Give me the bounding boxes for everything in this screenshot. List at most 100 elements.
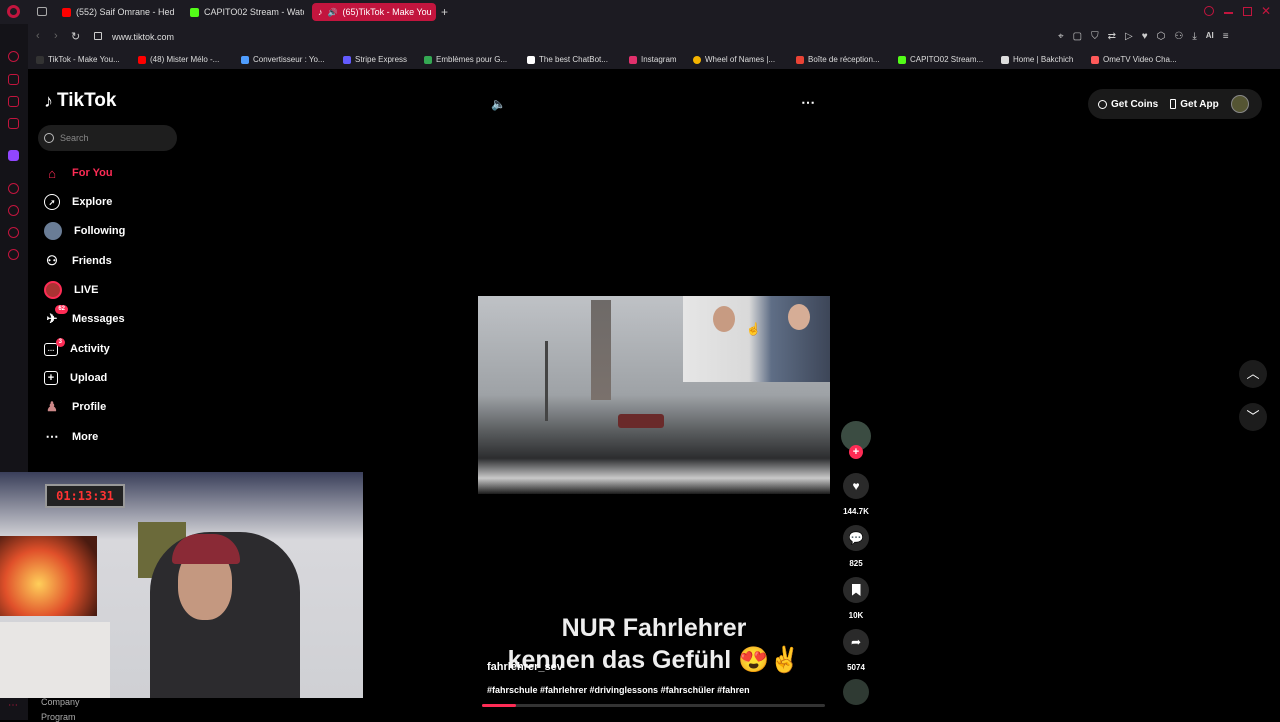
tiktok-logo[interactable]: ♪ TikTok [44, 90, 116, 112]
video-player[interactable]: ☝ [478, 296, 830, 494]
tab-kick[interactable]: CAPITO02 Stream - Watch [184, 3, 304, 21]
nav-for-you[interactable]: ⌂ For You [44, 162, 112, 184]
play-icon[interactable]: ▷ [1125, 31, 1133, 42]
bookmark-convertisseur[interactable]: Convertisseur : Yo... [241, 55, 325, 64]
settings-icon[interactable] [8, 249, 19, 260]
friends-icon: ⚇ [46, 253, 58, 268]
translate-icon[interactable]: ⇄ [1108, 31, 1116, 42]
wall-clock-text: 01:13:31 [56, 489, 114, 503]
close-window-button[interactable]: ✕ [1261, 4, 1271, 18]
car-taillights [618, 414, 664, 428]
footer-company-link[interactable]: Company [41, 697, 80, 707]
save-button[interactable] [843, 577, 869, 603]
phone-icon [1170, 99, 1177, 109]
aria-sidebar-icon[interactable] [8, 51, 19, 62]
nav-upload[interactable]: + Upload [44, 367, 107, 389]
extensions-icon[interactable]: ⬡ [1157, 31, 1166, 42]
kick-icon [190, 7, 199, 17]
workspaces-icon[interactable] [37, 7, 47, 16]
downloads-icon[interactable] [8, 227, 19, 238]
previous-video-button[interactable]: ︿ [1239, 360, 1267, 388]
gmail-sidebar-icon[interactable] [8, 118, 19, 129]
chatbot-icon [527, 55, 535, 64]
twitch-icon[interactable] [8, 150, 19, 161]
youtube-icon [62, 7, 71, 17]
nav-live[interactable]: LIVE [44, 279, 98, 301]
bookmark-mister-melo[interactable]: (48) Mister Mélo -... [138, 55, 219, 64]
bookmark-gmail[interactable]: Boîte de réception... [796, 55, 880, 64]
video-more-options-icon[interactable]: ⋯ [801, 94, 815, 111]
bookmark-ometv[interactable]: OmeTV Video Cha... [1091, 55, 1177, 64]
opera-logo-icon[interactable] [7, 5, 20, 18]
aria-icon[interactable]: AI [1206, 31, 1214, 42]
bed-blanket [0, 622, 110, 698]
user-avatar[interactable] [1230, 95, 1249, 113]
url-field[interactable]: www.tiktok.com [112, 32, 174, 42]
more-icon: ⋯ [45, 429, 59, 444]
like-button[interactable]: ♥ [843, 473, 869, 499]
minimize-button[interactable] [1224, 12, 1233, 14]
share-button[interactable]: ➦ [843, 629, 869, 655]
forward-button[interactable]: › [54, 30, 58, 42]
tab-youtube[interactable]: (552) Saif Omrane - Hedh [56, 3, 174, 21]
player-icon[interactable] [8, 183, 19, 194]
volume-icon[interactable]: 🔈 [491, 97, 506, 111]
reload-button[interactable]: ↻ [71, 30, 80, 43]
new-tab-button[interactable]: + [441, 5, 448, 19]
bookmark-emblemes[interactable]: Emblèmes pour G... [424, 55, 507, 64]
back-button[interactable]: ‹ [36, 30, 40, 42]
video-progress-track[interactable] [482, 704, 825, 707]
search-tabs-icon[interactable] [1204, 6, 1214, 16]
download-icon[interactable]: ⤓ [1192, 31, 1196, 42]
kick-icon [898, 55, 906, 64]
street-lamp [545, 341, 548, 421]
footer-program-link[interactable]: Program [41, 712, 76, 722]
bookmark-chatbot[interactable]: The best ChatBot... [527, 55, 608, 64]
tab-tiktok[interactable]: ♪ 🔊 (65)TikTok - Make You [312, 3, 436, 21]
messages-icon: ✈ 62 [44, 305, 68, 327]
nav-friends[interactable]: ⚇ Friends [44, 250, 112, 272]
nav-more[interactable]: ⋯ More [44, 426, 99, 448]
tiktok-favicon-icon: ♪ [318, 7, 323, 17]
maximize-button[interactable] [1243, 7, 1252, 16]
nav-following[interactable]: Following [44, 220, 125, 242]
nav-messages[interactable]: ✈ 62 Messages [44, 305, 125, 330]
music-disc-icon[interactable] [843, 679, 869, 705]
heart-icon[interactable]: ♥ [1142, 31, 1148, 42]
pin-icon[interactable]: ⌖ [1058, 31, 1064, 42]
follow-button[interactable]: + [849, 445, 863, 459]
webcam-overlay: 01:13:31 [0, 472, 363, 698]
account-icon[interactable]: ⚇ [1174, 31, 1183, 42]
youtube-sidebar-icon[interactable] [8, 96, 19, 107]
video-author[interactable]: fahrlehrer_sev [487, 661, 563, 673]
nav-activity[interactable]: … 3 Activity [44, 337, 110, 360]
history-icon[interactable] [8, 205, 19, 216]
sidebar-more-icon[interactable]: ⋯ [8, 700, 18, 711]
bookmark-stripe[interactable]: Stripe Express [343, 55, 407, 64]
video-hashtags[interactable]: #fahrschule #fahrlehrer #drivinglessons … [487, 685, 750, 695]
menu-icon[interactable]: ≡ [1223, 31, 1229, 42]
bookmark-capito-stream[interactable]: CAPITO02 Stream... [898, 55, 983, 64]
bookmark-instagram[interactable]: Instagram [629, 55, 677, 64]
messenger-icon[interactable] [8, 74, 19, 85]
get-app-button[interactable]: Get App [1170, 99, 1219, 110]
comment-button[interactable]: 💬 [843, 525, 869, 551]
comment-count: 825 [849, 559, 863, 568]
nav-explore[interactable]: ➚ Explore [44, 191, 112, 213]
search-box[interactable]: Search [38, 125, 177, 151]
get-coins-button[interactable]: Get Coins [1098, 99, 1158, 110]
next-video-button[interactable]: ﹀ [1239, 403, 1267, 431]
webcam-inset-drivers [683, 296, 830, 382]
shield-icon[interactable]: ⛉ [1091, 31, 1099, 42]
bookmark-tiktok[interactable]: TikTok - Make You... [36, 55, 120, 64]
wall-clock: 01:13:31 [45, 484, 125, 508]
bookmark-wheel-of-names[interactable]: Wheel of Names |... [693, 55, 775, 64]
like-count: 144.7K [843, 507, 869, 516]
nav-profile[interactable]: ♟ Profile [44, 396, 106, 418]
bookmark-bakchich[interactable]: Home | Bakchich [1001, 55, 1073, 64]
bookmarks-bar: TikTok - Make You... (48) Mister Mélo -.… [0, 51, 1280, 69]
activity-badge: 3 [55, 337, 65, 347]
snapshot-icon[interactable]: ▢ [1073, 31, 1082, 42]
heart-icon: ♥ [852, 479, 860, 493]
toolbar-icons: ⌖ ▢ ⛉ ⇄ ▷ ♥ ⬡ ⚇ ⤓ AI ≡ [1058, 31, 1229, 42]
